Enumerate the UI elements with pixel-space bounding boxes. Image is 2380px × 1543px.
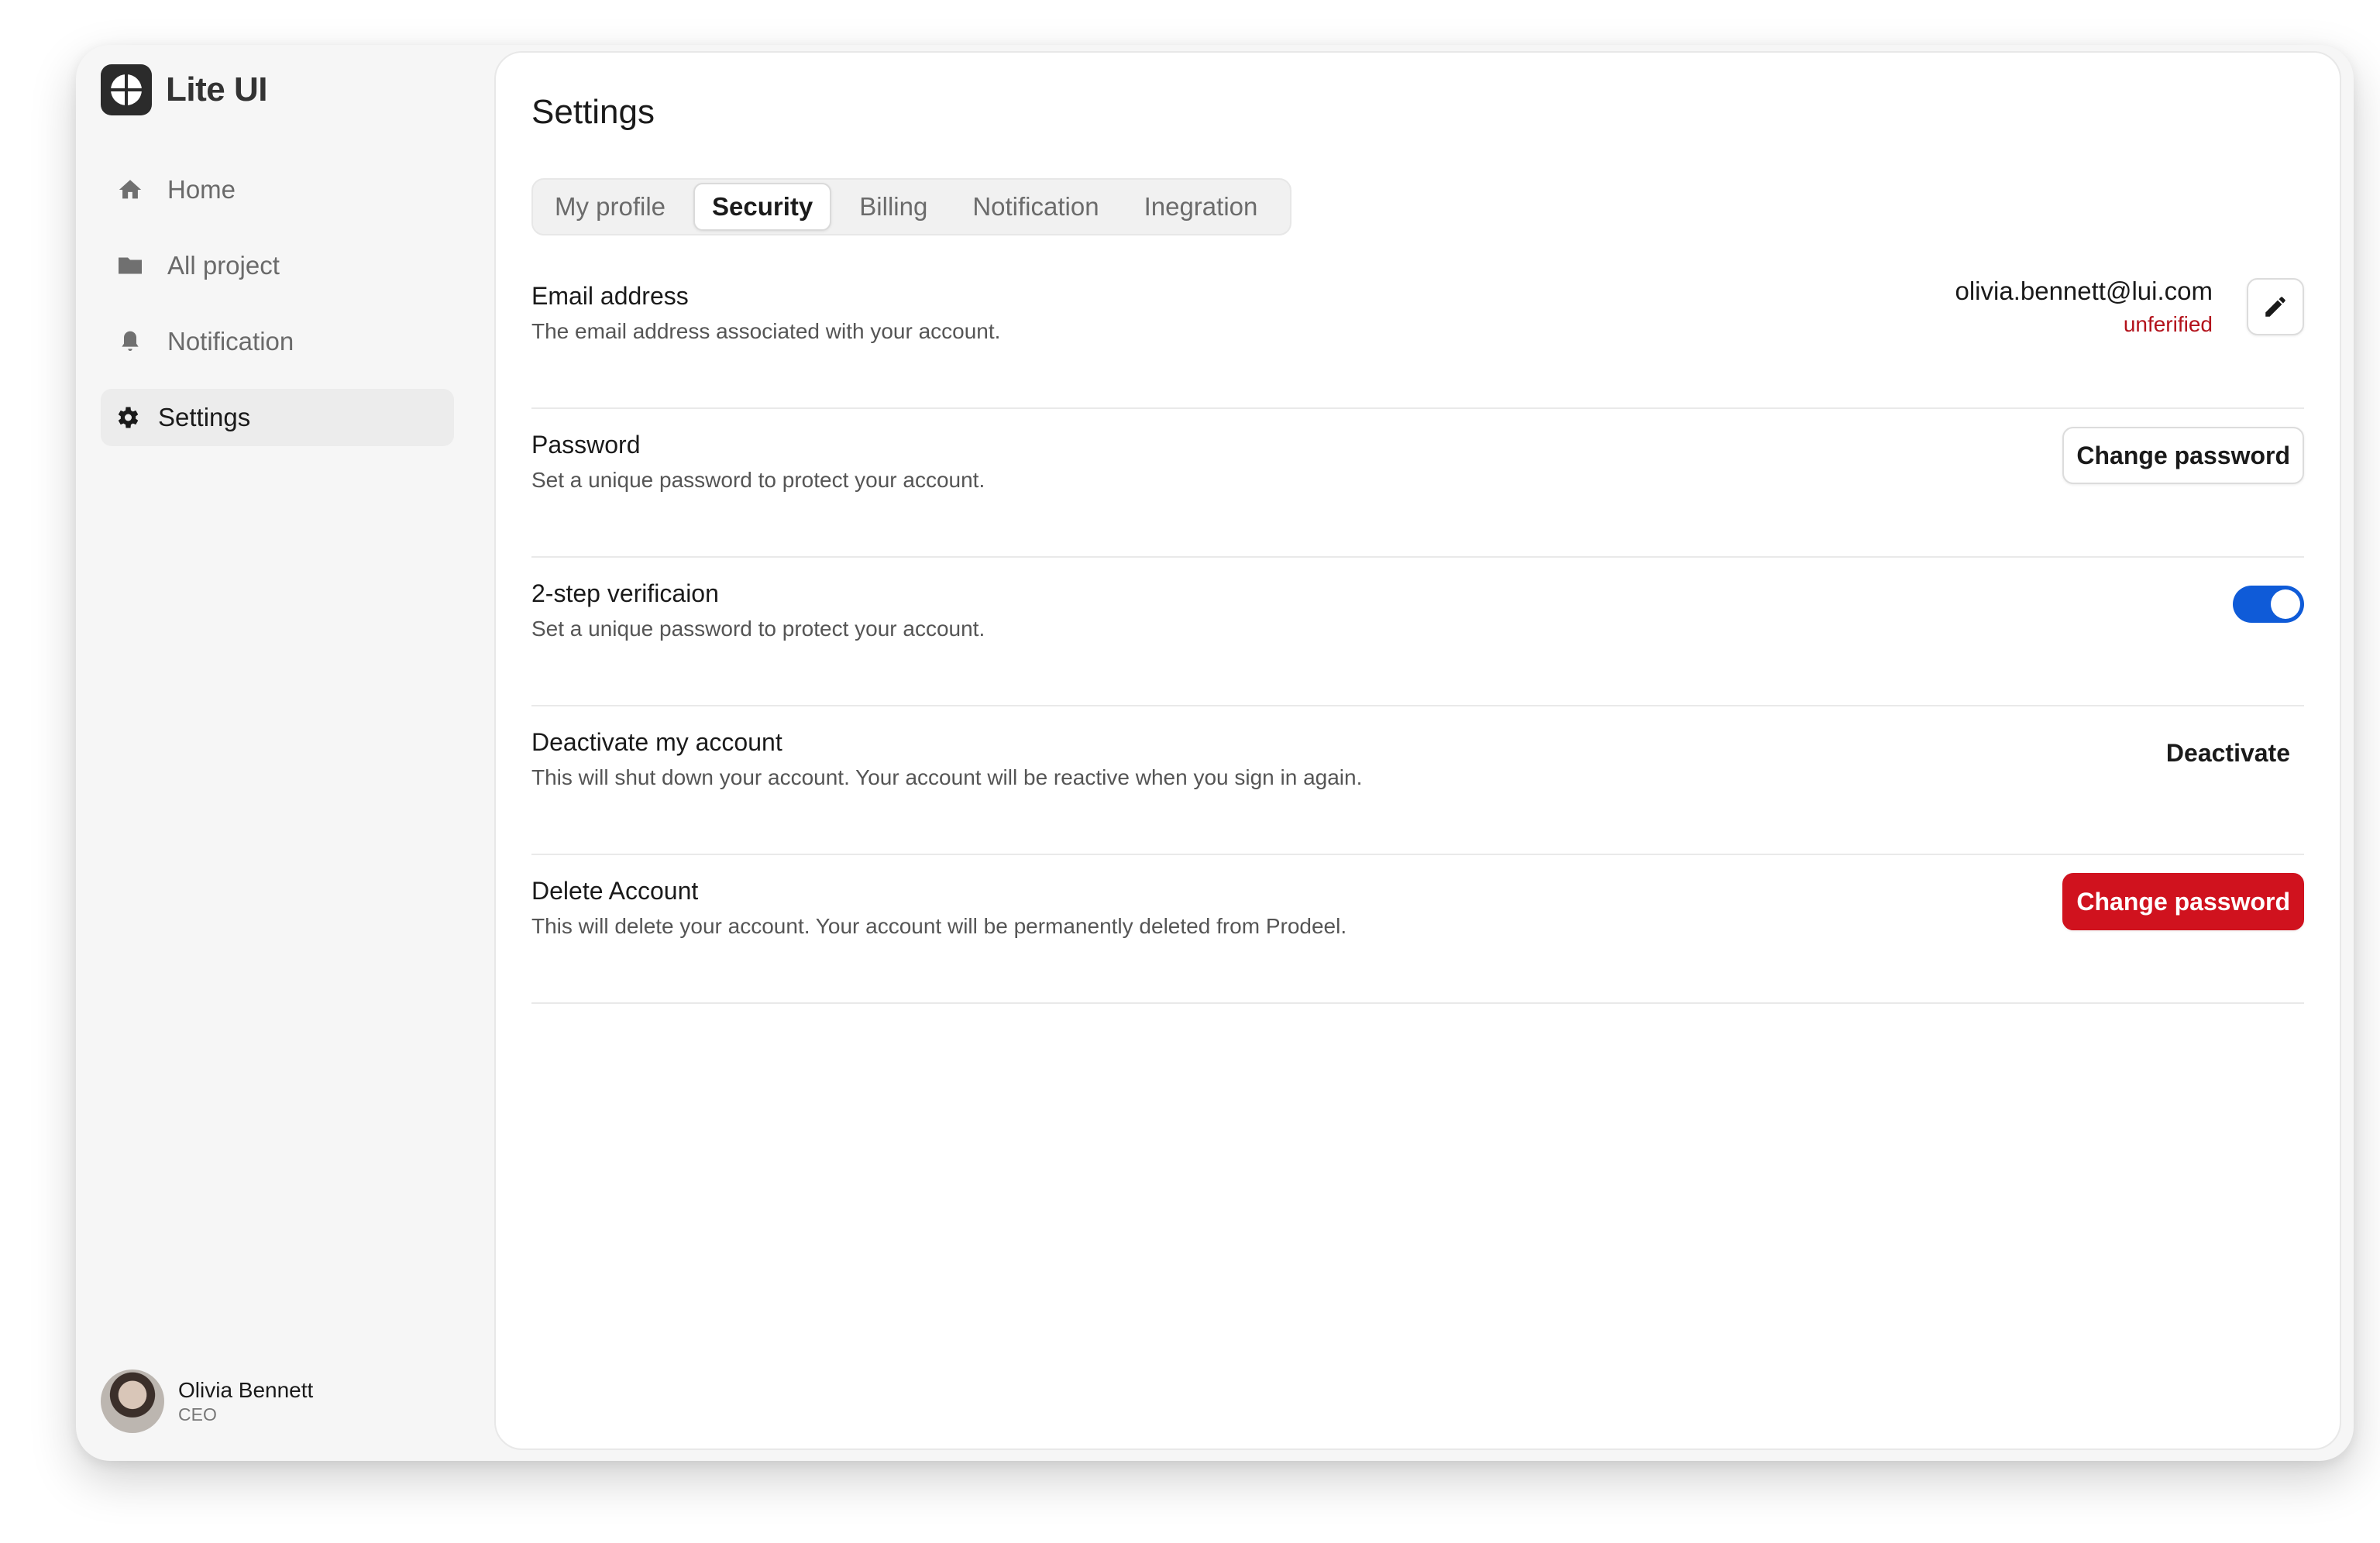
app-window: Lite UI Home All project Notification Se… <box>76 45 2354 1461</box>
password-title: Password <box>531 431 641 459</box>
change-password-button[interactable]: Change password <box>2062 427 2304 484</box>
brand: Lite UI <box>101 64 267 116</box>
gear-icon <box>112 402 143 433</box>
delete-account-description: This will delete your account. Your acco… <box>531 914 1347 938</box>
delete-account-button[interactable]: Change password <box>2062 873 2304 930</box>
tab-billing[interactable]: Billing <box>842 183 944 231</box>
password-description: Set a unique password to protect your ac… <box>531 468 985 492</box>
deactivate-controls: Deactivate <box>2152 722 2304 784</box>
sidebar-item-label: Home <box>167 175 236 204</box>
tab-my-profile[interactable]: My profile <box>538 183 683 231</box>
sidebar-item-label: All project <box>167 251 280 280</box>
sidebar-item-all-project[interactable]: All project <box>101 237 454 294</box>
email-info: olivia.bennett@lui.com unferified <box>1955 277 2213 337</box>
sidebar-nav: Home All project Notification Settings <box>101 161 454 465</box>
email-description: The email address associated with your a… <box>531 319 1001 343</box>
password-controls: Change password <box>2062 424 2304 486</box>
sidebar-item-notification[interactable]: Notification <box>101 313 454 370</box>
sidebar-item-settings[interactable]: Settings <box>101 389 454 446</box>
home-icon <box>115 174 146 205</box>
tab-integration[interactable]: Inegration <box>1127 183 1275 231</box>
tab-security[interactable]: Security <box>693 183 832 231</box>
sidebar: Lite UI Home All project Notification Se… <box>76 45 494 1461</box>
edit-email-button[interactable] <box>2247 278 2304 335</box>
delete-account-row: Delete Account This will delete your acc… <box>531 855 2304 1004</box>
folder-icon <box>115 250 146 281</box>
settings-panel: Settings My profile Security Billing Not… <box>494 51 2341 1450</box>
two-step-controls <box>2233 573 2304 635</box>
logo-icon <box>101 64 152 115</box>
user-profile[interactable]: Olivia Bennett CEO <box>101 1369 313 1433</box>
two-step-toggle[interactable] <box>2233 586 2304 623</box>
app-name: Lite UI <box>166 70 267 108</box>
password-row: Password Set a unique password to protec… <box>531 409 2304 558</box>
email-value: olivia.bennett@lui.com <box>1955 277 2213 305</box>
deactivate-title: Deactivate my account <box>531 728 782 756</box>
email-controls: olivia.bennett@lui.com unferified <box>1955 276 2304 338</box>
pencil-icon <box>2265 297 2285 317</box>
bell-icon <box>115 326 146 357</box>
deactivate-description: This will shut down your account. Your a… <box>531 765 1363 789</box>
security-settings-list: Email address The email address associat… <box>531 260 2304 1004</box>
two-step-row: 2-step verificaion Set a unique password… <box>531 558 2304 706</box>
avatar <box>101 1369 164 1433</box>
deactivate-button[interactable]: Deactivate <box>2152 724 2304 782</box>
user-role: CEO <box>178 1404 217 1424</box>
sidebar-item-label: Settings <box>158 403 251 431</box>
email-title: Email address <box>531 282 689 310</box>
tab-notification[interactable]: Notification <box>955 183 1116 231</box>
delete-account-controls: Change password <box>2062 871 2304 933</box>
email-row: Email address The email address associat… <box>531 260 2304 409</box>
two-step-title: 2-step verificaion <box>531 579 719 607</box>
delete-account-title: Delete Account <box>531 877 699 905</box>
email-status: unferified <box>2123 312 2213 336</box>
sidebar-item-home[interactable]: Home <box>101 161 454 218</box>
user-info: Olivia Bennett CEO <box>178 1378 313 1425</box>
sidebar-item-label: Notification <box>167 327 294 356</box>
toggle-knob <box>2271 589 2300 619</box>
two-step-description: Set a unique password to protect your ac… <box>531 617 985 641</box>
user-name: Olivia Bennett <box>178 1377 314 1402</box>
settings-tabs: My profile Security Billing Notification… <box>531 178 1292 235</box>
page-title: Settings <box>531 93 655 131</box>
deactivate-row: Deactivate my account This will shut dow… <box>531 706 2304 855</box>
